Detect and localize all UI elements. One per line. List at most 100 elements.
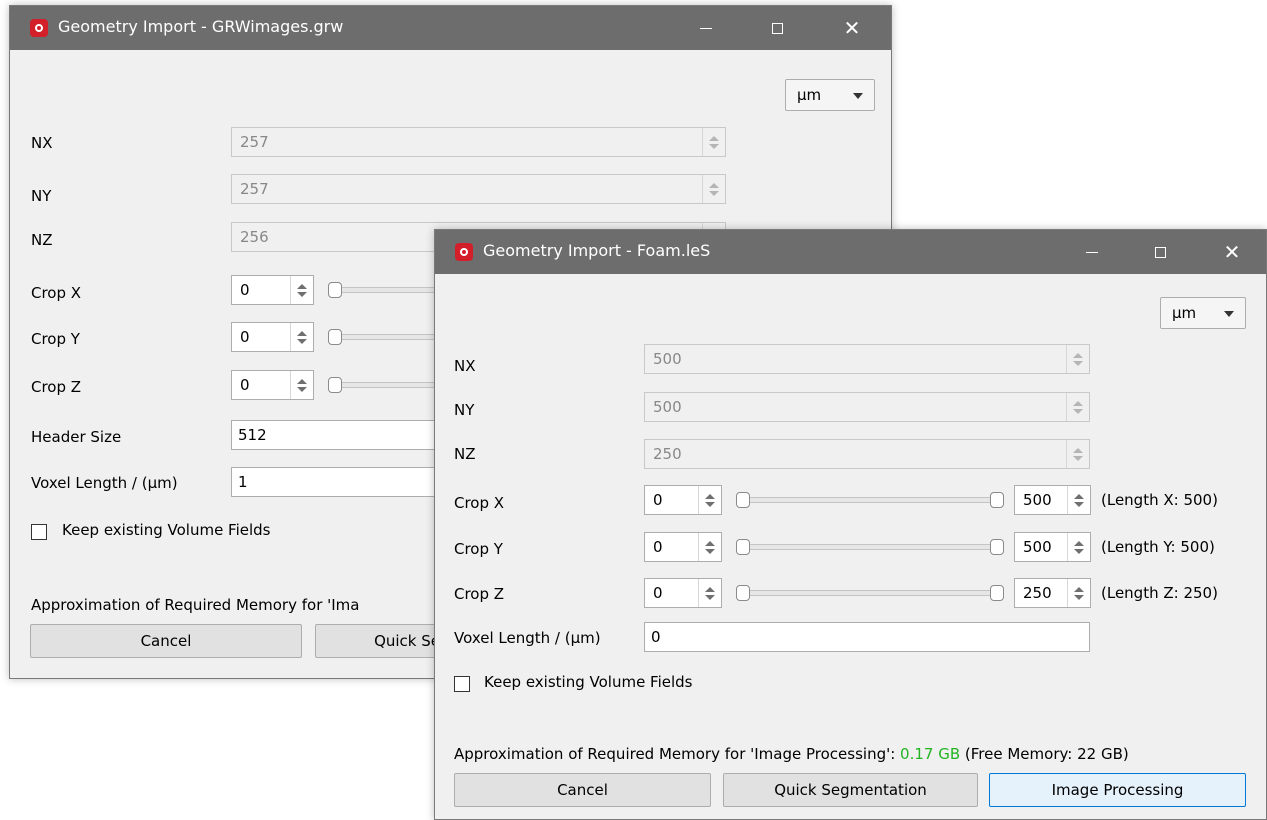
crop-z-slider[interactable] xyxy=(736,583,1004,603)
spin-down-icon xyxy=(1074,595,1084,600)
spin-arrows[interactable] xyxy=(290,323,313,351)
maximize-icon xyxy=(771,22,783,34)
crop-x-min-spinbox[interactable]: 0 xyxy=(644,485,722,515)
crop-y-slider[interactable] xyxy=(736,537,1004,557)
front-window-titlebar[interactable]: Geometry Import - Foam.leS ✕ xyxy=(435,230,1266,274)
spin-arrows[interactable] xyxy=(1066,345,1089,373)
keep-fields-label: Keep existing Volume Fields xyxy=(62,521,271,539)
spin-down-icon xyxy=(1074,502,1084,507)
spin-arrows[interactable] xyxy=(1066,440,1089,468)
memory-value: 0.17 GB xyxy=(900,745,961,763)
header-size-value: 512 xyxy=(238,426,267,444)
slider-min-handle[interactable] xyxy=(736,539,750,555)
unit-select[interactable]: µm xyxy=(1160,297,1246,329)
spin-up-icon xyxy=(297,331,307,336)
cancel-button-label: Cancel xyxy=(140,632,192,650)
spin-arrows[interactable] xyxy=(698,579,721,607)
app-logo-icon xyxy=(30,19,48,37)
crop-z-min-value: 0 xyxy=(653,584,663,602)
keep-fields-label: Keep existing Volume Fields xyxy=(484,673,693,691)
unit-select-value: µm xyxy=(1172,304,1197,322)
spin-arrows[interactable] xyxy=(1067,579,1090,607)
image-processing-label: Image Processing xyxy=(1051,781,1184,799)
spin-down-icon xyxy=(1073,456,1083,461)
crop-x-slider[interactable] xyxy=(328,280,448,300)
crop-x-max-value: 500 xyxy=(1023,491,1052,509)
minimize-button[interactable] xyxy=(683,6,729,50)
crop-y-label: Crop Y xyxy=(454,540,503,558)
quick-segmentation-button[interactable]: Quick Se xyxy=(315,624,445,658)
voxel-length-label: Voxel Length / (µm) xyxy=(454,629,601,647)
nx-spinbox[interactable]: 257 xyxy=(231,127,726,157)
spin-up-icon xyxy=(705,587,715,592)
slider-track xyxy=(736,590,1004,596)
spin-up-icon xyxy=(297,284,307,289)
spin-up-icon xyxy=(1074,541,1084,546)
slider-min-handle[interactable] xyxy=(328,329,342,345)
nx-spinbox[interactable]: 500 xyxy=(644,344,1090,374)
crop-z-label: Crop Z xyxy=(31,378,82,396)
spin-up-icon xyxy=(705,494,715,499)
crop-z-max-spinbox[interactable]: 250 xyxy=(1014,578,1091,608)
crop-y-min-spinbox[interactable]: 0 xyxy=(644,532,722,562)
crop-y-min-value: 0 xyxy=(240,328,250,346)
close-button[interactable]: ✕ xyxy=(1209,230,1255,274)
crop-x-slider[interactable] xyxy=(736,490,1004,510)
slider-min-handle[interactable] xyxy=(328,377,342,393)
crop-z-min-spinbox[interactable]: 0 xyxy=(644,578,722,608)
crop-z-slider[interactable] xyxy=(328,375,448,395)
ny-spinbox[interactable]: 257 xyxy=(231,174,726,204)
slider-max-handle[interactable] xyxy=(990,539,1004,555)
crop-x-min-value: 0 xyxy=(240,281,250,299)
ny-spinbox[interactable]: 500 xyxy=(644,392,1090,422)
nz-value: 256 xyxy=(240,228,269,246)
quick-segmentation-label: Quick Se xyxy=(374,632,440,650)
spin-arrows[interactable] xyxy=(702,175,725,203)
slider-min-handle[interactable] xyxy=(736,585,750,601)
spin-arrows[interactable] xyxy=(1066,393,1089,421)
quick-segmentation-button[interactable]: Quick Segmentation xyxy=(723,773,978,807)
spin-arrows[interactable] xyxy=(1067,486,1090,514)
spin-down-icon xyxy=(297,387,307,392)
crop-y-length-text: (Length Y: 500) xyxy=(1101,538,1215,556)
slider-track xyxy=(328,287,448,293)
spin-arrows[interactable] xyxy=(698,486,721,514)
slider-max-handle[interactable] xyxy=(990,585,1004,601)
cancel-button[interactable]: Cancel xyxy=(30,624,302,658)
slider-min-handle[interactable] xyxy=(736,492,750,508)
crop-x-max-spinbox[interactable]: 500 xyxy=(1014,485,1091,515)
maximize-button[interactable] xyxy=(754,6,800,50)
close-button[interactable]: ✕ xyxy=(829,6,875,50)
spin-arrows[interactable] xyxy=(1067,533,1090,561)
spin-arrows[interactable] xyxy=(290,371,313,399)
minimize-icon xyxy=(1086,251,1098,253)
ny-value: 500 xyxy=(653,398,682,416)
nz-value: 250 xyxy=(653,445,682,463)
crop-y-slider[interactable] xyxy=(328,327,448,347)
crop-z-min-spinbox[interactable]: 0 xyxy=(231,370,314,400)
crop-y-max-spinbox[interactable]: 500 xyxy=(1014,532,1091,562)
minimize-button[interactable] xyxy=(1069,230,1115,274)
voxel-length-input[interactable]: 0 xyxy=(644,622,1090,652)
slider-min-handle[interactable] xyxy=(328,282,342,298)
back-window-titlebar[interactable]: Geometry Import - GRWimages.grw ✕ xyxy=(10,6,891,50)
keep-fields-checkbox[interactable] xyxy=(454,676,470,692)
front-window: Geometry Import - Foam.leS ✕ µm NX 500 N… xyxy=(434,229,1267,820)
app-logo-icon xyxy=(455,243,473,261)
spin-arrows[interactable] xyxy=(698,533,721,561)
cancel-button[interactable]: Cancel xyxy=(454,773,711,807)
crop-z-label: Crop Z xyxy=(454,585,505,603)
maximize-button[interactable] xyxy=(1137,230,1183,274)
voxel-length-label: Voxel Length / (µm) xyxy=(31,474,178,492)
crop-x-min-spinbox[interactable]: 0 xyxy=(231,275,314,305)
slider-max-handle[interactable] xyxy=(990,492,1004,508)
keep-fields-checkbox[interactable] xyxy=(31,524,47,540)
nz-spinbox[interactable]: 250 xyxy=(644,439,1090,469)
image-processing-button[interactable]: Image Processing xyxy=(989,773,1246,807)
slider-track xyxy=(736,497,1004,503)
spin-arrows[interactable] xyxy=(290,276,313,304)
crop-y-min-spinbox[interactable]: 0 xyxy=(231,322,314,352)
spin-arrows[interactable] xyxy=(702,128,725,156)
unit-select[interactable]: µm xyxy=(785,79,875,111)
crop-x-label: Crop X xyxy=(454,494,505,512)
